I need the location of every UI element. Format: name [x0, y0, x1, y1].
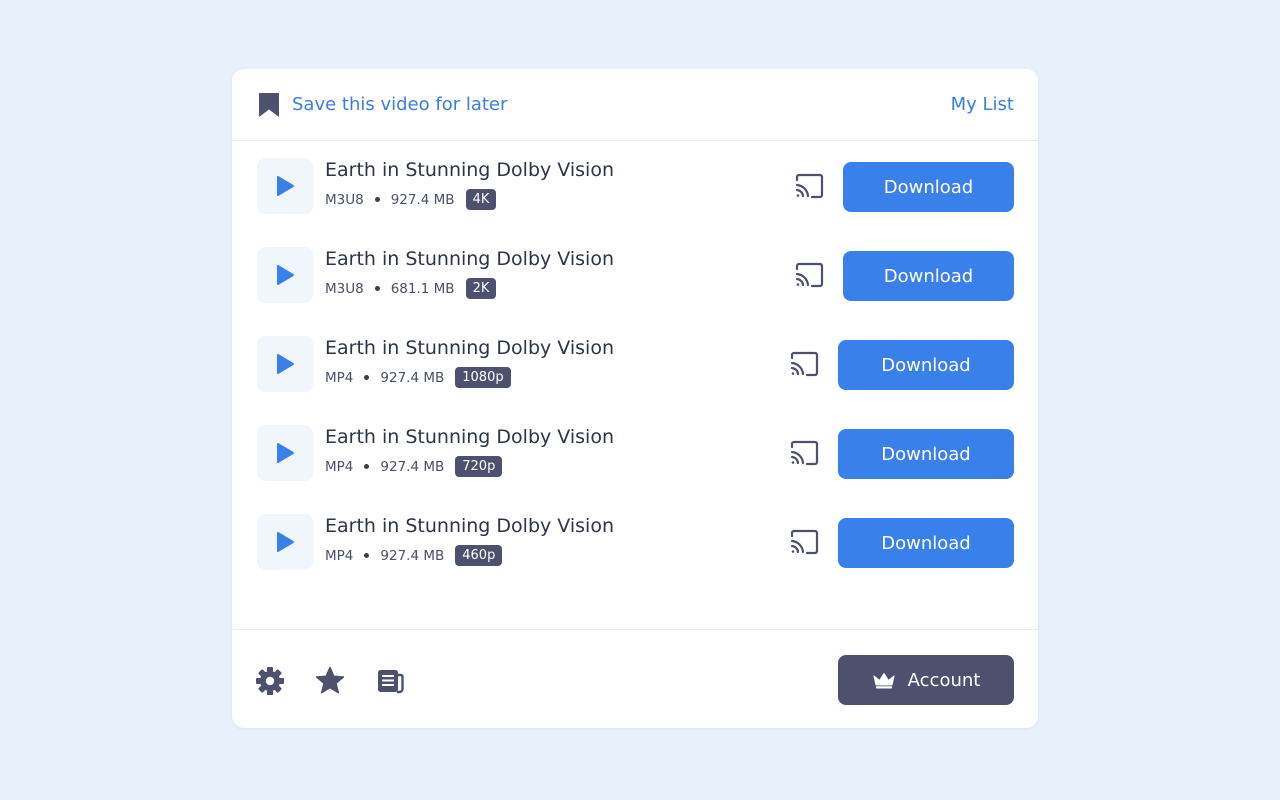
play-button[interactable] — [257, 514, 313, 570]
play-icon — [277, 265, 294, 285]
play-icon — [277, 532, 294, 552]
cast-button[interactable] — [794, 262, 824, 288]
gear-icon — [256, 667, 284, 695]
separator-dot — [364, 464, 370, 469]
video-format: MP4 — [325, 547, 354, 564]
account-button[interactable]: Account — [838, 655, 1014, 705]
video-format: M3U8 — [325, 191, 364, 208]
play-button[interactable] — [257, 336, 313, 392]
play-icon — [277, 176, 294, 196]
video-size: 927.4 MB — [380, 547, 445, 564]
bookmark-icon — [259, 92, 279, 117]
save-for-later-link[interactable]: Save this video for later — [258, 92, 507, 118]
quality-badge: 4K — [465, 189, 497, 210]
quality-badge: 1080p — [455, 367, 511, 388]
cast-button[interactable] — [789, 529, 819, 555]
video-title: Earth in Stunning Dolby Vision — [325, 248, 614, 270]
favorites-button[interactable] — [314, 665, 346, 697]
download-button[interactable]: Download — [838, 429, 1014, 479]
cast-icon — [790, 351, 819, 377]
settings-button[interactable] — [254, 665, 286, 697]
video-row: Earth in Stunning Dolby Vision M3U8 927.… — [232, 142, 1038, 231]
play-button[interactable] — [257, 425, 313, 481]
download-button[interactable]: Download — [843, 162, 1014, 212]
download-panel: Save this video for later My List Earth … — [232, 69, 1038, 728]
cast-icon — [790, 440, 819, 466]
quality-badge: 720p — [455, 456, 503, 477]
play-icon — [277, 443, 294, 463]
video-size: 927.4 MB — [380, 458, 445, 475]
news-button[interactable] — [374, 665, 406, 697]
video-meta: MP4 927.4 MB 1080p — [325, 367, 511, 388]
video-row: Earth in Stunning Dolby Vision MP4 927.4… — [232, 320, 1038, 409]
quality-badge: 2K — [465, 278, 497, 299]
play-button[interactable] — [257, 158, 313, 214]
video-meta: MP4 927.4 MB 720p — [325, 456, 503, 477]
panel-header: Save this video for later My List — [232, 69, 1038, 141]
video-meta: M3U8 681.1 MB 2K — [325, 278, 497, 299]
star-icon — [315, 666, 345, 694]
video-size: 927.4 MB — [380, 369, 445, 386]
download-button[interactable]: Download — [838, 518, 1014, 568]
cast-button[interactable] — [789, 351, 819, 377]
download-button[interactable]: Download — [843, 251, 1014, 301]
video-title: Earth in Stunning Dolby Vision — [325, 337, 614, 359]
account-label: Account — [907, 669, 981, 691]
video-size: 927.4 MB — [390, 191, 455, 208]
cast-icon — [795, 173, 824, 199]
video-format: MP4 — [325, 458, 354, 475]
video-row: Earth in Stunning Dolby Vision MP4 927.4… — [232, 498, 1038, 587]
save-for-later-label: Save this video for later — [292, 94, 508, 115]
play-icon — [277, 354, 294, 374]
separator-dot — [364, 553, 370, 558]
video-list: Earth in Stunning Dolby Vision M3U8 927.… — [232, 142, 1038, 628]
video-title: Earth in Stunning Dolby Vision — [325, 515, 614, 537]
video-format: M3U8 — [325, 280, 364, 297]
panel-footer: Account — [232, 629, 1038, 728]
separator-dot — [374, 286, 380, 291]
video-title: Earth in Stunning Dolby Vision — [325, 159, 614, 181]
my-list-link[interactable]: My List — [951, 94, 1014, 115]
separator-dot — [364, 375, 370, 380]
video-row: Earth in Stunning Dolby Vision MP4 927.4… — [232, 409, 1038, 498]
cast-button[interactable] — [789, 440, 819, 466]
cast-icon — [790, 529, 819, 555]
video-format: MP4 — [325, 369, 354, 386]
cast-button[interactable] — [794, 173, 824, 199]
quality-badge: 460p — [455, 545, 503, 566]
separator-dot — [374, 197, 380, 202]
play-button[interactable] — [257, 247, 313, 303]
video-row: Earth in Stunning Dolby Vision M3U8 681.… — [232, 231, 1038, 320]
cast-icon — [795, 262, 824, 288]
video-size: 681.1 MB — [390, 280, 455, 297]
video-meta: MP4 927.4 MB 460p — [325, 545, 503, 566]
news-icon — [378, 670, 404, 694]
video-meta: M3U8 927.4 MB 4K — [325, 189, 497, 210]
download-button[interactable]: Download — [838, 340, 1014, 390]
video-title: Earth in Stunning Dolby Vision — [325, 426, 614, 448]
crown-icon — [873, 673, 895, 689]
